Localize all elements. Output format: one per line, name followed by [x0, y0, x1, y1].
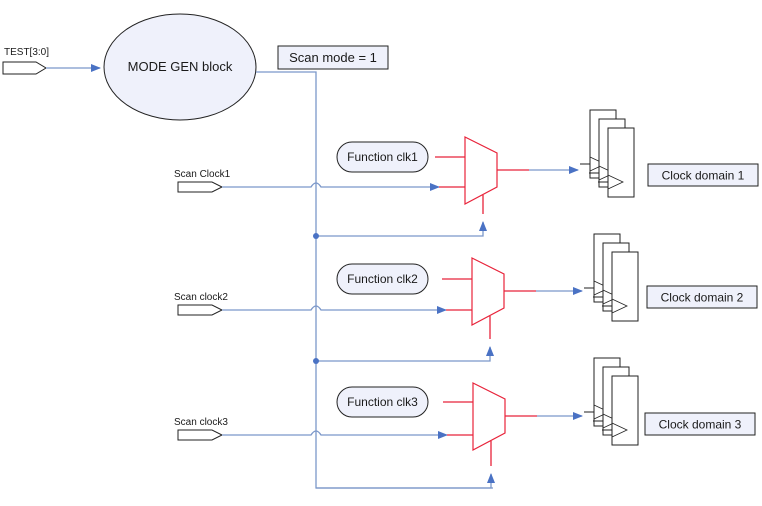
scan-mode-label: Scan mode = 1	[289, 50, 377, 65]
flip-flop-2-3	[611, 251, 639, 322]
scan-clock-label-2: Scan clock2	[174, 292, 228, 303]
mode-gen-block: MODE GEN block	[103, 13, 257, 121]
diagram-canvas: TEST[3:0] MODE GEN block Scan mode = 1 S…	[2, 13, 759, 489]
junction-dot-1	[313, 233, 319, 239]
clock-domain-label-3: Clock domain 3	[659, 418, 742, 432]
function-clock-label-3: Function clk3	[347, 395, 418, 409]
function-clock-label-2: Function clk2	[347, 272, 418, 286]
scan-clock-label-3: Scan clock3	[174, 417, 228, 428]
scan-clock-label-1: Scan Clock1	[174, 169, 231, 180]
scan-mode-select-wire-2	[316, 346, 494, 362]
scan-clock-port-2	[177, 304, 224, 316]
scan-clock-port-3	[177, 429, 224, 441]
test-port-label: TEST[3:0]	[4, 47, 49, 58]
mux-2	[471, 257, 505, 326]
mode-gen-label: MODE GEN block	[128, 59, 233, 74]
scan-mode-select-wire-1	[316, 221, 487, 237]
clock-domain-label-1: Clock domain 1	[662, 169, 745, 183]
channel-1: Scan Clock1 Function clk1 Clock domain 1	[174, 109, 759, 239]
scan-clock-port-1	[177, 181, 224, 193]
scan-clock-wire-2	[222, 305, 447, 314]
flip-flop-3-3	[611, 375, 639, 446]
test-input-port: TEST[3:0]	[2, 47, 49, 75]
flip-flop-1-3	[607, 127, 635, 198]
function-clock-label-1: Function clk1	[347, 150, 418, 164]
channel-2: Scan clock2 Function clk2 Clock domain 2	[174, 233, 758, 364]
clock-domain-label-2: Clock domain 2	[661, 291, 744, 305]
mux-1	[464, 136, 498, 205]
channel-3: Scan clock3 Function clk3 Clock domain 3	[174, 357, 756, 489]
scan-clock-wire-3	[222, 430, 448, 439]
scan-clock-wire-1	[222, 182, 440, 191]
junction-dot-2	[313, 358, 319, 364]
scan-mode-select-wire-3	[316, 473, 495, 489]
port-shape-test	[2, 61, 47, 75]
scan-mode-box: Scan mode = 1	[277, 45, 389, 70]
channels: Scan Clock1Function clk1Clock domain 1Sc…	[174, 109, 759, 489]
mux-3	[472, 382, 506, 451]
